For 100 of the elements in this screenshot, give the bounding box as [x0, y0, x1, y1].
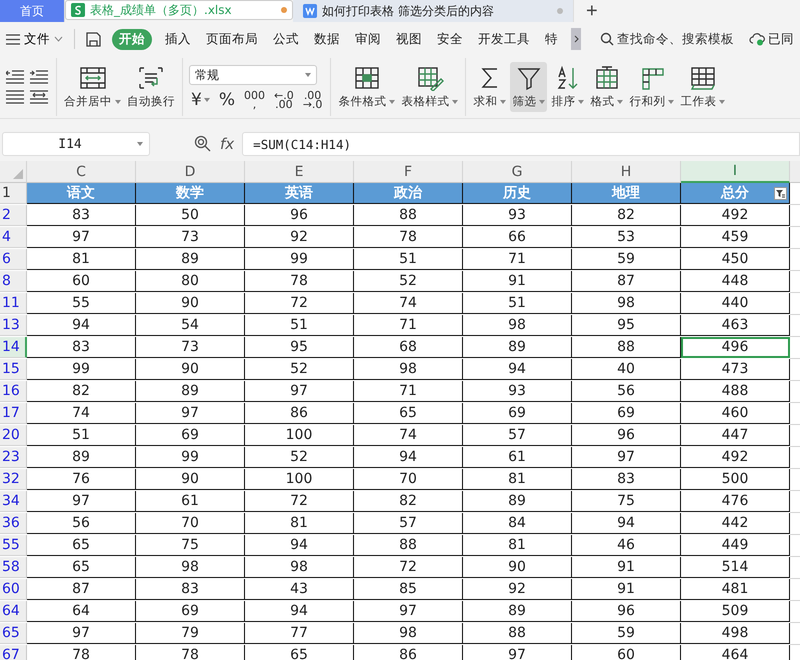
number-format-button[interactable]: ←.0 .00	[272, 91, 296, 109]
filter-button[interactable]	[774, 187, 787, 200]
document-tab[interactable]: 首页	[0, 0, 65, 22]
table-cell: 81	[463, 469, 572, 490]
caret-icon	[452, 100, 458, 104]
distribute-icon[interactable]	[30, 90, 48, 104]
table-cell: 99	[136, 447, 245, 468]
row-header[interactable]: 17	[0, 403, 27, 424]
sync-status[interactable]: 已同	[749, 30, 794, 48]
merge-button[interactable]: 合并居中	[62, 62, 123, 112]
style-button[interactable]: 表格样式	[399, 62, 460, 112]
row-header[interactable]: 15	[0, 359, 27, 380]
row-header[interactable]: 58	[0, 557, 27, 578]
search-icon	[600, 32, 614, 46]
ribbon-tab[interactable]: 数据	[312, 28, 342, 50]
table-cell: 71	[354, 315, 463, 336]
ribbon-tab[interactable]: 特	[543, 28, 560, 50]
table-cell: 498	[681, 623, 790, 644]
row-header[interactable]: 67	[0, 645, 27, 660]
number-format-button[interactable]: 000 ,	[242, 91, 267, 109]
header-cell: 历史	[463, 183, 572, 204]
table-cell: 56	[27, 513, 136, 534]
table-cell: 94	[463, 359, 572, 380]
table-cell: 57	[463, 425, 572, 446]
row-header[interactable]: 6	[0, 249, 27, 270]
table-cell: 500	[681, 469, 790, 490]
row-header[interactable]: 55	[0, 535, 27, 556]
column-header[interactable]: I	[681, 161, 790, 183]
format-button[interactable]: 格式	[588, 62, 626, 112]
table-cell: 99	[27, 359, 136, 380]
caret-icon	[500, 100, 506, 104]
sum-button[interactable]: 求和	[471, 62, 508, 112]
row-header[interactable]: 4	[0, 227, 27, 248]
row-header[interactable]: 20	[0, 425, 27, 446]
row-header[interactable]: 2	[0, 205, 27, 226]
wrap-button[interactable]: 自动换行	[125, 62, 177, 112]
ribbon-tab[interactable]: 页面布局	[204, 28, 260, 50]
ribbon-tab[interactable]: 审阅	[353, 28, 383, 50]
table-cell: 94	[572, 513, 681, 534]
column-header[interactable]: F	[354, 161, 463, 183]
row-header[interactable]: 60	[0, 579, 27, 600]
column-header[interactable]: H	[572, 161, 681, 183]
table-cell: 83	[27, 205, 136, 226]
table-cell: 66	[463, 227, 572, 248]
table-cell: 91	[572, 579, 681, 600]
table-cell: 78	[136, 645, 245, 660]
table-cell: 73	[136, 337, 245, 358]
row-header[interactable]: 32	[0, 469, 27, 490]
ribbon-tab[interactable]: 插入	[163, 28, 193, 50]
ribbon-tab[interactable]: 安全	[435, 28, 465, 50]
row-header[interactable]: 16	[0, 381, 27, 402]
formula-field[interactable]: =SUM(C14:H14)	[242, 132, 800, 156]
document-tab[interactable]: 如何打印表格 筛选分类后的内容	[293, 0, 574, 22]
row-header[interactable]: 8	[0, 271, 27, 292]
table-cell: 40	[572, 359, 681, 380]
row-header[interactable]: 23	[0, 447, 27, 468]
command-search[interactable]: 查找命令、搜索模板	[600, 30, 734, 48]
row-header[interactable]: 64	[0, 601, 27, 622]
ribbon-tab[interactable]: 开发工具	[476, 28, 532, 50]
row-header[interactable]: 65	[0, 623, 27, 644]
cloud-check-icon	[749, 32, 765, 46]
rowcol-button[interactable]: 行和列	[627, 62, 676, 112]
table-cell: 89	[136, 249, 245, 270]
increase-indent-icon[interactable]	[30, 70, 48, 84]
row-header[interactable]: 34	[0, 491, 27, 512]
number-format-select[interactable]: 常规	[189, 65, 317, 85]
table-cell: 86	[354, 645, 463, 660]
column-header[interactable]: G	[463, 161, 572, 183]
scroll-right-button[interactable]	[571, 28, 581, 50]
ribbon-tab[interactable]: 视图	[394, 28, 424, 50]
name-box[interactable]: I14	[2, 132, 150, 156]
file-menu[interactable]: 文件	[6, 30, 63, 48]
column-header[interactable]: C	[27, 161, 136, 183]
table-cell: 88	[463, 623, 572, 644]
sort-button[interactable]: 排序	[549, 62, 586, 112]
new-tab-button[interactable]: +	[574, 0, 610, 22]
row-header[interactable]: 14	[0, 337, 27, 358]
ribbon-tab[interactable]: 公式	[271, 28, 301, 50]
table-cell: 488	[681, 381, 790, 402]
table-cell: 56	[572, 381, 681, 402]
cond-button[interactable]: 条件格式	[336, 62, 398, 112]
table-cell: 86	[245, 403, 354, 424]
save-icon[interactable]	[86, 32, 101, 46]
row-header[interactable]: 11	[0, 293, 27, 314]
zoom-icon[interactable]	[194, 135, 212, 153]
function-label[interactable]: fx	[220, 135, 234, 153]
row-header[interactable]: 13	[0, 315, 27, 336]
column-header[interactable]: D	[136, 161, 245, 183]
sheet-button[interactable]: 工作表	[678, 62, 728, 112]
header-cell: 总分	[681, 183, 790, 204]
table-cell: 54	[136, 315, 245, 336]
chevron-right-icon	[574, 35, 578, 43]
caret-icon	[668, 100, 674, 104]
row-header[interactable]: 36	[0, 513, 27, 534]
column-header[interactable]: E	[245, 161, 354, 183]
number-format-button[interactable]: .00 →.0	[300, 91, 324, 109]
filter-button[interactable]: 筛选	[510, 62, 548, 112]
row-header[interactable]: 1	[0, 183, 27, 204]
justify-icon[interactable]	[6, 90, 24, 104]
decrease-indent-icon[interactable]	[6, 70, 24, 84]
